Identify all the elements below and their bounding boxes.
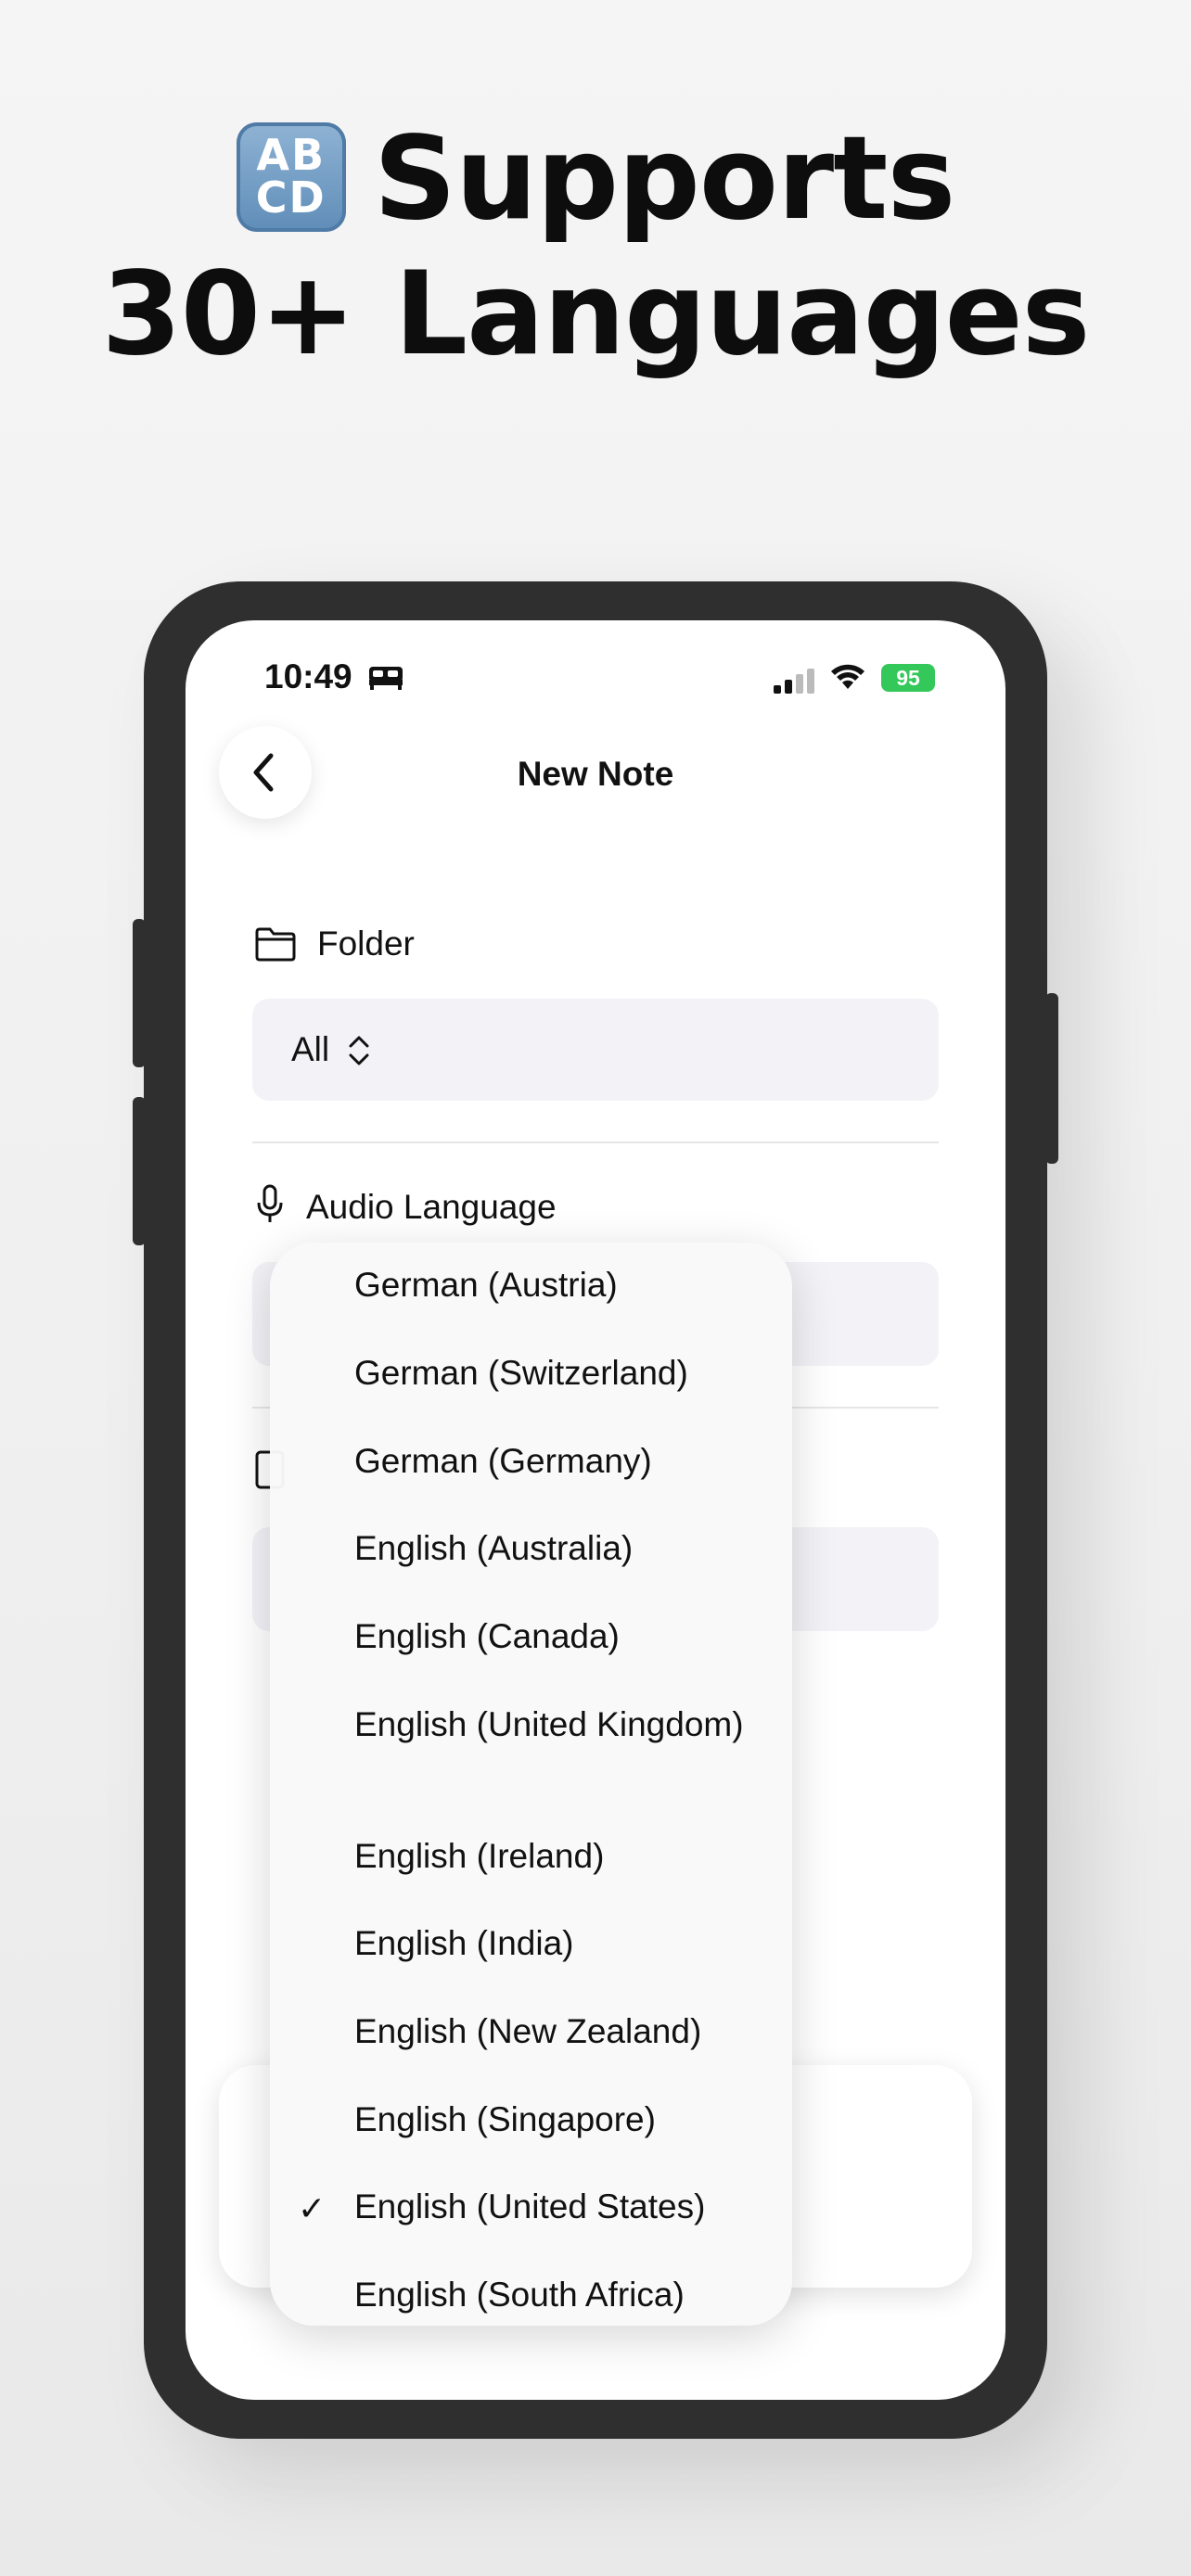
headline-line-1: AB CD Supports (0, 111, 1191, 247)
folder-value: All (291, 1030, 330, 1068)
option-label: English (Canada) (354, 1617, 620, 1655)
audio-language-label: Audio Language (306, 1188, 557, 1226)
battery-icon: 95 (881, 664, 935, 692)
page-title: New Note (517, 755, 674, 793)
option-label: English (India) (354, 1924, 574, 1962)
volume-down-button (133, 1097, 146, 1245)
volume-up-button (133, 919, 146, 1067)
language-option[interactable]: English (Australia) (270, 1526, 792, 1575)
option-label: English (United States) (354, 2187, 706, 2225)
status-bar: 10:49 95 (186, 620, 1005, 704)
cellular-signal-icon (774, 669, 814, 694)
language-option[interactable]: English (New Zealand) (270, 2009, 792, 2058)
checkmark-icon: ✓ (298, 2189, 327, 2227)
headline-text-1: Supports (373, 112, 956, 246)
option-label: German (Switzerland) (354, 1354, 688, 1392)
language-option[interactable]: English (South Africa) (270, 2273, 792, 2321)
battery-level: 95 (896, 666, 920, 690)
wifi-icon (831, 664, 864, 689)
phone-screen: 10:49 95 New Note Folder All Audio Langu… (186, 620, 1005, 2400)
folder-icon (255, 927, 296, 962)
abcd-emoji-icon: AB CD (236, 121, 346, 232)
language-option[interactable]: English (Ireland) (270, 1834, 792, 1882)
language-option[interactable]: English (Singapore) (270, 2098, 792, 2146)
language-option[interactable]: German (Germany) (270, 1439, 792, 1487)
language-dropdown-menu: German (Austria) German (Switzerland) Ge… (270, 1243, 792, 2326)
phone-frame: 10:49 95 New Note Folder All Audio Langu… (133, 581, 1058, 2439)
headline: AB CD Supports 30+ Languages (0, 111, 1191, 382)
option-label: English (New Zealand) (354, 2012, 702, 2050)
option-label: English (Australia) (354, 1529, 634, 1567)
language-option[interactable]: English (United Kingdom) (270, 1702, 792, 1795)
language-option[interactable]: English (India) (270, 1921, 792, 1970)
badge-row-2: CD (255, 172, 327, 223)
language-option[interactable]: English (Canada) (270, 1614, 792, 1663)
microphone-icon (257, 1184, 283, 1222)
folder-select[interactable]: All (252, 999, 939, 1101)
folder-label: Folder (317, 925, 415, 963)
option-label: German (Germany) (354, 1442, 652, 1480)
chevron-up-down-icon (349, 1036, 369, 1065)
headline-line-2: 30+ Languages (101, 248, 1091, 381)
language-option[interactable]: German (Switzerland) (270, 1351, 792, 1399)
option-label: English (United Kingdom) (354, 1705, 744, 1743)
option-label: English (Singapore) (354, 2100, 656, 2138)
option-label: German (Austria) (354, 1266, 618, 1304)
power-button (1045, 993, 1058, 1164)
language-option-selected[interactable]: ✓ English (United States) (270, 2185, 792, 2233)
badge-row-1: AB (256, 129, 327, 180)
sleep-focus-icon (369, 667, 403, 690)
option-label: English (South Africa) (354, 2276, 685, 2314)
status-time: 10:49 (264, 657, 352, 695)
divider (252, 1141, 939, 1143)
language-option[interactable]: German (Austria) (270, 1263, 792, 1311)
option-label: English (Ireland) (354, 1837, 605, 1875)
